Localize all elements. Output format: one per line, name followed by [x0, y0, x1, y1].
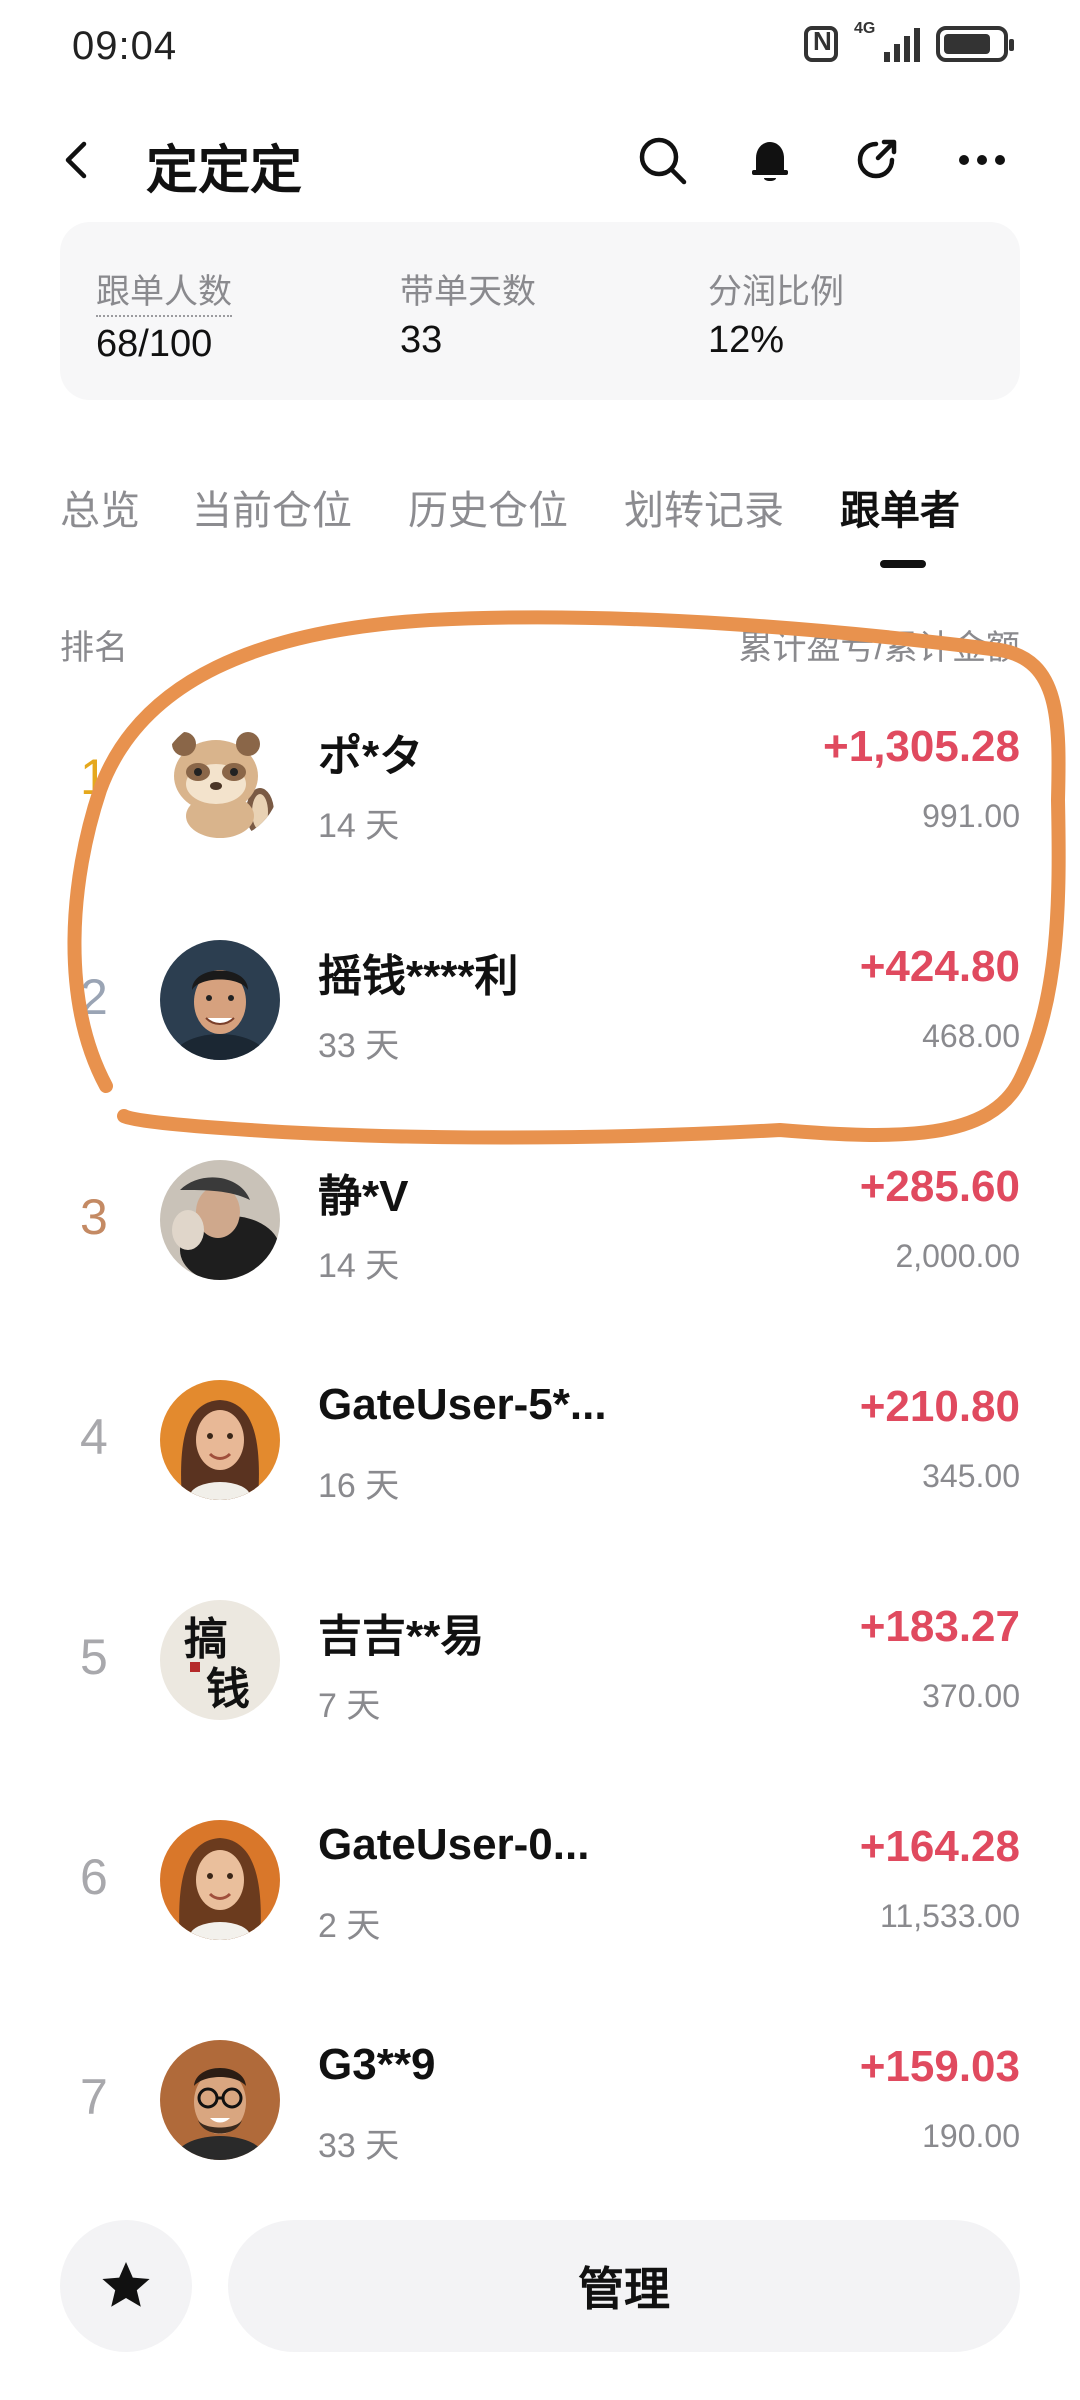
follower-row[interactable]: 4 GateUser-5*... 16 天 +210.80 345.00	[60, 1340, 1020, 1540]
stats-card: 跟单人数 68/100 带单天数 33 分润比例 12%	[60, 222, 1020, 400]
list-header: 排名 累计盈亏/累计金额	[60, 620, 1020, 670]
follow-days: 2 天	[318, 1907, 381, 1945]
tab-bar: 总览 当前仓位 历史仓位 划转记录 跟单者	[60, 478, 1060, 578]
pnl-column-header: 累计盈亏/累计金额	[738, 629, 1020, 667]
follower-row[interactable]: 2 摇钱****利 33 天 +424.80 468.00	[60, 900, 1020, 1100]
follower-name: 吉吉**易	[318, 1612, 485, 1661]
follow-days: 7 天	[318, 1687, 381, 1725]
cumulative-pnl: +164.28	[859, 1822, 1020, 1871]
rank-column-header: 排名	[60, 629, 128, 667]
glasses-man-avatar	[160, 2040, 280, 2160]
back-icon[interactable]	[58, 140, 98, 180]
follower-row[interactable]: 5 搞 钱 吉吉**易 7 天 +183.27 370.00	[60, 1560, 1020, 1760]
stat-followers: 跟单人数 68/100	[96, 264, 232, 366]
bottom-bar: 管理	[0, 2200, 1080, 2400]
cumulative-amount: 2,000.00	[895, 1238, 1020, 1274]
follower-name: 摇钱****利	[318, 952, 519, 1001]
stat-profit-share: 分润比例 12%	[708, 264, 844, 362]
status-icons: 4G	[804, 20, 1014, 62]
cumulative-pnl: +424.80	[859, 942, 1020, 991]
follower-row[interactable]: 7 G3**9 33 天 +159.03 190.00	[60, 2000, 1020, 2200]
nav-bar: 定定定	[0, 110, 1080, 210]
rank-number: 7	[80, 2069, 108, 2125]
cumulative-amount: 345.00	[922, 1458, 1020, 1494]
rank-number: 3	[80, 1189, 108, 1245]
calligraphy-avatar: 搞 钱	[160, 1600, 280, 1720]
more-icon[interactable]	[954, 132, 1010, 188]
status-time: 09:04	[72, 24, 178, 68]
cumulative-pnl: +210.80	[859, 1382, 1020, 1431]
rank-number: 2	[80, 969, 108, 1025]
tab-transfer-records[interactable]: 划转记录	[624, 478, 784, 536]
rank-number: 6	[80, 1849, 108, 1905]
page-title: 定定定	[146, 142, 303, 200]
search-icon[interactable]	[634, 132, 690, 188]
stat-value: 12%	[708, 319, 785, 361]
follower-name: GateUser-5*...	[318, 1380, 607, 1429]
status-bar: 09:04 4G	[0, 0, 1080, 100]
follower-name: 静*V	[318, 1172, 409, 1221]
stat-value: 68/100	[96, 323, 213, 365]
follow-days: 33 天	[318, 2127, 400, 2165]
tab-active-indicator	[880, 560, 926, 568]
follower-row[interactable]: 1 ポ*タ 14 天 +1,305.28 991.00	[60, 680, 1020, 880]
svg-text:钱: 钱	[206, 1664, 250, 1715]
stat-days: 带单天数 33	[400, 264, 536, 362]
follower-row[interactable]: 6 GateUser-0... 2 天 +164.28 11,533.00	[60, 1780, 1020, 1980]
follow-days: 16 天	[318, 1467, 400, 1505]
stat-value: 33	[400, 319, 443, 361]
cumulative-pnl: +183.27	[859, 1602, 1020, 1651]
share-icon[interactable]	[848, 132, 904, 188]
follower-row[interactable]: 3 静*V 14 天 +285.60 2,000.00	[60, 1120, 1020, 1320]
follow-days: 33 天	[318, 1027, 400, 1065]
cumulative-pnl: +159.03	[859, 2042, 1020, 2091]
cumulative-amount: 991.00	[922, 798, 1020, 834]
rank-number: 4	[80, 1409, 108, 1465]
favorite-button[interactable]	[60, 2220, 192, 2352]
cumulative-amount: 190.00	[922, 2118, 1020, 2154]
man-avatar	[160, 940, 280, 1060]
tab-overview[interactable]: 总览	[60, 478, 140, 536]
stat-label: 分润比例	[708, 273, 844, 311]
network-type: 4G	[854, 20, 876, 37]
follow-days: 14 天	[318, 1247, 400, 1285]
photo-avatar	[160, 1160, 280, 1280]
woman-avatar	[160, 1380, 280, 1500]
bell-icon[interactable]	[742, 132, 798, 188]
cumulative-amount: 370.00	[922, 1678, 1020, 1714]
signal-icon: 4G	[854, 20, 920, 62]
stat-label[interactable]: 跟单人数	[96, 264, 232, 317]
stat-label: 带单天数	[400, 273, 536, 311]
woman-avatar	[160, 1820, 280, 1940]
rank-number: 5	[80, 1629, 108, 1685]
nfc-icon	[804, 26, 838, 62]
cumulative-amount: 468.00	[922, 1018, 1020, 1054]
cumulative-amount: 11,533.00	[880, 1898, 1020, 1934]
tab-history-positions[interactable]: 历史仓位	[408, 478, 568, 536]
manage-button[interactable]: 管理	[228, 2220, 1020, 2352]
follower-name: G3**9	[318, 2040, 436, 2089]
raccoon-avatar	[160, 720, 280, 840]
follower-name: GateUser-0...	[318, 1820, 590, 1869]
tab-current-positions[interactable]: 当前仓位	[192, 478, 352, 536]
svg-text:搞: 搞	[184, 1614, 228, 1665]
tab-followers[interactable]: 跟单者	[840, 478, 960, 536]
cumulative-pnl: +1,305.28	[823, 722, 1020, 771]
cumulative-pnl: +285.60	[859, 1162, 1020, 1211]
star-icon	[102, 2262, 150, 2307]
follow-days: 14 天	[318, 807, 400, 845]
rank-number: 1	[80, 749, 108, 805]
battery-icon	[936, 26, 1014, 62]
follower-name: ポ*タ	[318, 732, 424, 781]
